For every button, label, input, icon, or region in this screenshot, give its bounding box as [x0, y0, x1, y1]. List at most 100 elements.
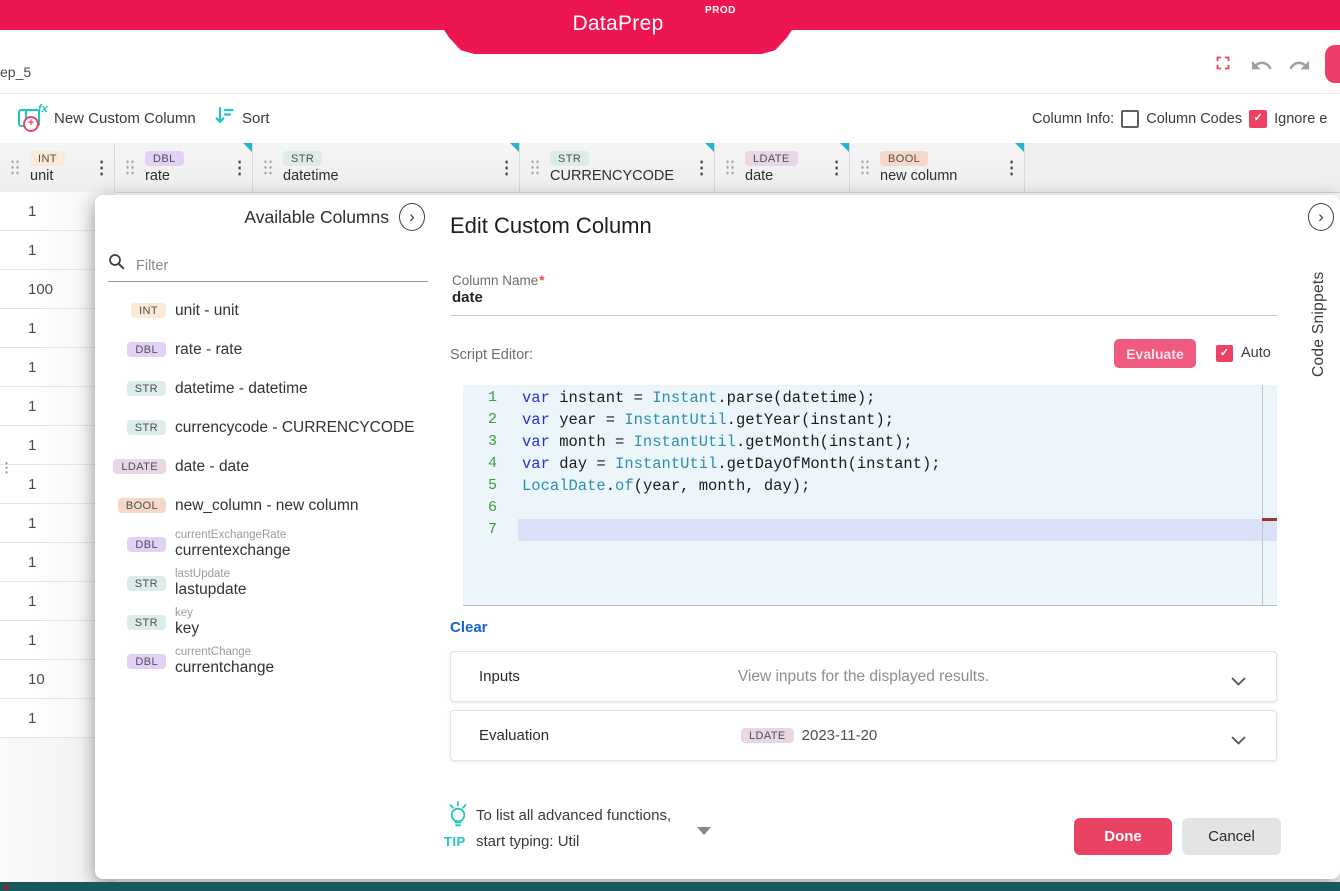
column-source-sublabel: lastUpdate: [175, 568, 247, 581]
evaluation-section[interactable]: Evaluation LDATE 2023-11-20: [450, 710, 1277, 761]
code-line[interactable]: var year = InstantUtil.getYear(instant);: [518, 409, 1277, 431]
available-columns-list: INTunit - unitDBLrate - rateSTRdatetime …: [104, 291, 449, 681]
script-editor[interactable]: 1234567 var instant = Instant.parse(date…: [463, 385, 1277, 606]
column-menu-icon[interactable]: ⋮: [1004, 157, 1019, 178]
tip-text-line1: To list all advanced functions,: [476, 807, 671, 824]
available-column-item[interactable]: DBLcurrentExchangeRatecurrentexchange: [104, 525, 449, 564]
grid-column-header[interactable]: BOOLnew column⋮: [850, 143, 1025, 192]
tip-text-line2: start typing: Util: [476, 833, 579, 850]
edge-action-button[interactable]: [1325, 45, 1340, 83]
dialog-title: Edit Custom Column: [450, 213, 652, 239]
available-column-item[interactable]: DBLcurrentChangecurrentchange: [104, 642, 449, 681]
code-line[interactable]: LocalDate.of(year, month, day);: [518, 475, 1277, 497]
code-line[interactable]: var month = InstantUtil.getMonth(instant…: [518, 431, 1277, 453]
inputs-title: Inputs: [479, 668, 520, 685]
filter-field[interactable]: [108, 245, 428, 282]
available-column-item[interactable]: LDATEdate - date: [104, 447, 449, 486]
column-type-badge: STR: [127, 615, 166, 630]
collapse-columns-panel-button[interactable]: ›: [399, 203, 425, 231]
ignore-errors-checkbox[interactable]: ✓: [1249, 110, 1267, 128]
grid-column-header[interactable]: DBLrate⋮: [115, 143, 253, 192]
grid-column-header[interactable]: INTunit⋮: [0, 143, 115, 192]
code-snippets-label: Code Snippets: [1310, 237, 1328, 377]
line-number: 7: [463, 519, 497, 541]
new-custom-column-button[interactable]: +fx New Custom Column: [16, 94, 196, 143]
expand-code-snippets-button[interactable]: ›: [1308, 203, 1334, 231]
cell-value: 1: [28, 632, 36, 649]
column-type-badge: STR: [127, 381, 166, 396]
column-type-badge: STR: [283, 151, 322, 166]
code-line[interactable]: [518, 497, 1277, 519]
drag-handle-icon[interactable]: [530, 159, 540, 176]
column-type-badge: DBL: [127, 654, 166, 669]
row-menu-icon[interactable]: ⋮: [0, 460, 13, 476]
drag-handle-icon[interactable]: [725, 159, 735, 176]
cell-value: 1: [28, 554, 36, 571]
sort-button[interactable]: Sort: [214, 94, 270, 143]
auto-evaluate-checkbox[interactable]: ✓: [1216, 345, 1233, 362]
column-type-badge: DBL: [127, 537, 166, 552]
available-column-item[interactable]: STRdatetime - datetime: [104, 369, 449, 408]
column-menu-icon[interactable]: ⋮: [94, 157, 109, 178]
grid-column-header[interactable]: LDATEdate⋮: [715, 143, 850, 192]
cell-value: 1: [28, 476, 36, 493]
column-menu-icon[interactable]: ⋮: [829, 157, 844, 178]
dataprep-app: DataPrep PROD ep_5 +fx New Custom Column: [0, 0, 1340, 891]
code-line[interactable]: var instant = Instant.parse(datetime);: [518, 387, 1277, 409]
column-menu-icon[interactable]: ⋮: [499, 157, 514, 178]
line-number: 4: [463, 453, 497, 475]
column-name-underline: [450, 315, 1277, 316]
available-column-item[interactable]: STRcurrencycode - CURRENCYCODE: [104, 408, 449, 447]
script-editor-label: Script Editor:: [450, 347, 533, 363]
evaluate-button[interactable]: Evaluate: [1114, 339, 1196, 368]
grid-column-header[interactable]: STRCURRENCYCODE⋮: [520, 143, 715, 192]
fullscreen-icon[interactable]: [1212, 52, 1236, 76]
app-tab: DataPrep PROD: [424, 0, 812, 54]
grid-column-header[interactable]: STR datetime ⋮: [253, 143, 520, 192]
column-item-label: new_column - new column: [175, 497, 359, 515]
column-type-badge: STR: [550, 151, 589, 166]
auto-label: Auto: [1241, 345, 1271, 361]
active-code-line[interactable]: [518, 519, 1277, 541]
code-gutter: 1234567: [463, 387, 497, 541]
column-codes-checkbox[interactable]: [1121, 110, 1139, 128]
available-column-item[interactable]: DBLrate - rate: [104, 330, 449, 369]
done-button[interactable]: Done: [1074, 818, 1172, 855]
available-column-item[interactable]: STRkeykey: [104, 603, 449, 642]
available-column-item[interactable]: INTunit - unit: [104, 291, 449, 330]
new-custom-column-icon: +fx: [16, 106, 46, 132]
column-menu-icon[interactable]: ⋮: [694, 157, 709, 178]
print-margin-ruler: [1262, 385, 1263, 605]
chevron-down-icon[interactable]: [1231, 732, 1246, 750]
available-column-item[interactable]: STRlastUpdatelastupdate: [104, 564, 449, 603]
column-name-label-text: Column Name: [452, 273, 538, 288]
column-menu-icon[interactable]: ⋮: [232, 157, 247, 178]
drag-handle-icon[interactable]: [860, 159, 870, 176]
code-line[interactable]: var day = InstantUtil.getDayOfMonth(inst…: [518, 453, 1277, 475]
drag-handle-icon[interactable]: [263, 159, 273, 176]
line-number: 1: [463, 387, 497, 409]
drag-handle-icon[interactable]: [125, 159, 135, 176]
available-column-item[interactable]: BOOLnew_column - new column: [104, 486, 449, 525]
inputs-section[interactable]: Inputs View inputs for the displayed res…: [450, 651, 1277, 702]
cell-value: 1: [28, 515, 36, 532]
column-type-badge: DBL: [127, 342, 166, 357]
column-name-input[interactable]: date: [452, 289, 483, 306]
evaluation-result: LDATE 2023-11-20: [741, 727, 877, 744]
environment-badge: PROD: [705, 5, 736, 16]
column-type-badge: STR: [127, 420, 166, 435]
tip-dropdown-icon[interactable]: [697, 827, 711, 835]
clear-link[interactable]: Clear: [450, 619, 488, 636]
cancel-button[interactable]: Cancel: [1182, 818, 1281, 855]
column-item-label: date - date: [175, 458, 249, 476]
column-name: datetime: [283, 168, 339, 184]
column-name: date: [745, 168, 773, 184]
drag-handle-icon[interactable]: [10, 159, 20, 176]
redo-icon[interactable]: [1288, 54, 1312, 78]
filter-input[interactable]: [134, 257, 398, 275]
line-number: 6: [463, 497, 497, 519]
undo-icon[interactable]: [1250, 54, 1274, 78]
result-value: 2023-11-20: [802, 727, 878, 744]
chevron-down-icon[interactable]: [1231, 673, 1246, 691]
column-codes-label: Column Codes: [1146, 111, 1242, 127]
